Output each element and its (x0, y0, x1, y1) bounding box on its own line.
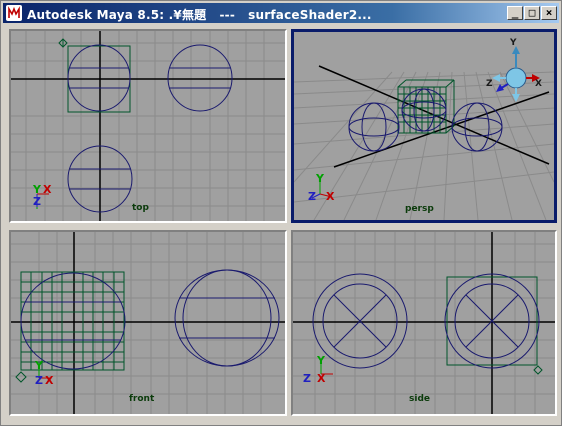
top-axis-x-label: X (43, 183, 52, 196)
top-view-canvas (11, 31, 285, 221)
side-axis-y-label: Y (317, 354, 325, 367)
front-axis-z-label: Z (35, 374, 43, 387)
side-view-canvas (293, 232, 555, 414)
maya-app-icon[interactable] (6, 5, 22, 21)
persp-axis-y-label: Y (316, 172, 324, 185)
side-axis-x-label: X (317, 372, 326, 385)
persp-axis-x-label: X (326, 190, 335, 203)
side-viewport[interactable]: Y Z X side (291, 230, 557, 416)
view-cube-z-label: Z (486, 79, 493, 89)
persp-axis-z-label: Z (308, 190, 316, 203)
side-axis-z-label: Z (303, 372, 311, 385)
top-viewport[interactable]: Y X Z top (9, 29, 287, 223)
minimize-button[interactable]: _ (507, 6, 523, 20)
top-axis-z-label: Z (33, 195, 41, 208)
close-button[interactable]: × (541, 6, 557, 20)
maya-window: Autodesk Maya 8.5: .¥無題 --- surfaceShade… (0, 0, 562, 426)
top-view-label: top (132, 203, 149, 213)
persp-view-label: persp (405, 204, 434, 214)
window-title: Autodesk Maya 8.5: .¥無題 --- surfaceShade… (27, 8, 372, 22)
title-bar[interactable]: Autodesk Maya 8.5: .¥無題 --- surfaceShade… (3, 3, 559, 23)
side-view-label: side (409, 394, 430, 404)
front-view-label: front (129, 394, 155, 404)
front-viewport[interactable]: Y Z X front (9, 230, 287, 416)
view-cube-x-label: X (535, 79, 542, 89)
view-cube-y-label: Y (510, 38, 517, 48)
maximize-button[interactable]: □ (524, 6, 540, 20)
front-axis-y-label: Y (35, 359, 43, 372)
persp-viewport[interactable]: Y X Z Y Z X persp (291, 29, 557, 223)
front-axis-x-label: X (45, 374, 54, 387)
